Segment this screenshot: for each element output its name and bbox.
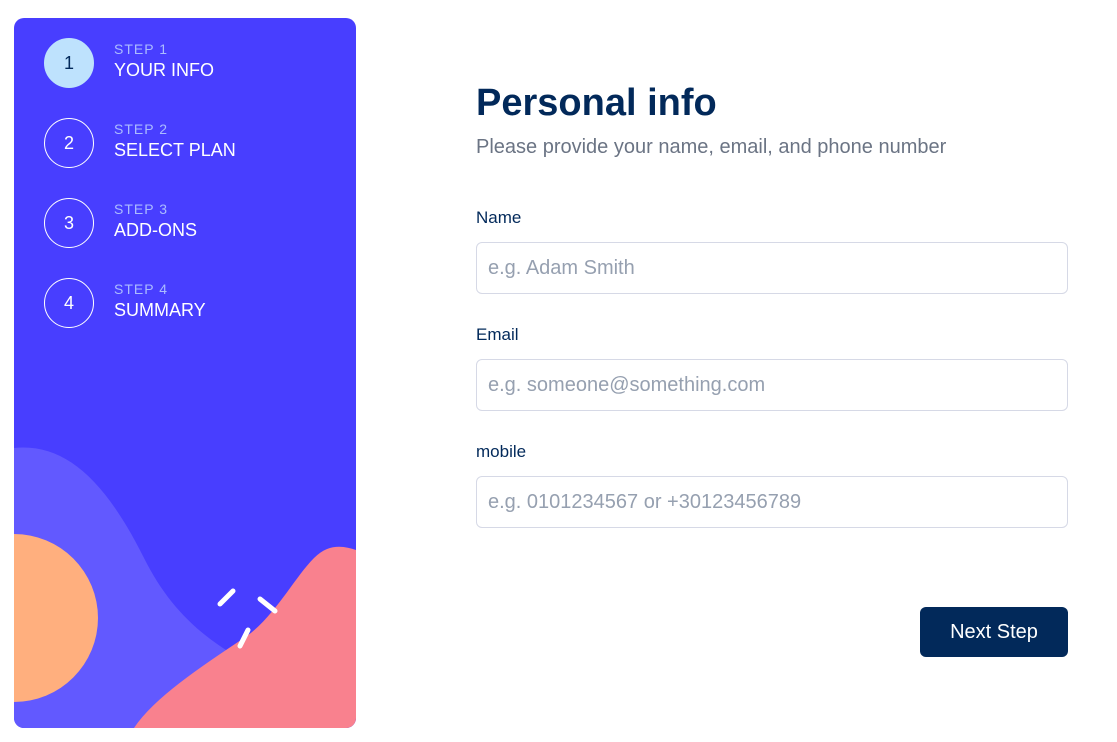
step-title: SELECT PLAN xyxy=(114,140,236,160)
email-field-group: Email xyxy=(476,325,1068,411)
mobile-field-group: mobile xyxy=(476,442,1068,528)
name-input[interactable] xyxy=(476,242,1068,294)
step-label: STEP 2 xyxy=(114,121,168,137)
sidebar-step-2[interactable]: 2 STEP 2 SELECT PLAN xyxy=(44,118,344,170)
email-label: Email xyxy=(476,325,519,344)
step-number-badge: 2 xyxy=(44,118,94,168)
sparkle-stroke-2 xyxy=(257,596,278,614)
step-title: YOUR INFO xyxy=(114,60,215,80)
page-subtitle: Please provide your name, email, and pho… xyxy=(476,136,947,158)
step-label: STEP 4 xyxy=(114,281,168,297)
sidebar: 1 STEP 1 YOUR INFO 2 STEP 2 SELECT PLAN … xyxy=(14,18,356,728)
sidebar-step-3[interactable]: 3 STEP 3 ADD-ONS xyxy=(44,198,344,250)
mobile-input[interactable] xyxy=(476,476,1068,528)
personal-info-form: Personal info Please provide your name, … xyxy=(476,80,1068,657)
name-field-group: Name xyxy=(476,208,1068,294)
step-number-badge: 4 xyxy=(44,278,94,328)
step-label: STEP 3 xyxy=(114,201,168,217)
next-step-button[interactable]: Next Step xyxy=(920,607,1068,657)
page-title: Personal info xyxy=(476,82,717,124)
step-label: STEP 1 xyxy=(114,41,168,57)
step-title: SUMMARY xyxy=(114,300,206,320)
mobile-label: mobile xyxy=(476,442,527,461)
email-input[interactable] xyxy=(476,359,1068,411)
sparkle-stroke-1 xyxy=(217,588,236,607)
step-number-badge: 3 xyxy=(44,198,94,248)
sidebar-step-4[interactable]: 4 STEP 4 SUMMARY xyxy=(44,278,344,330)
sidebar-step-1[interactable]: 1 STEP 1 YOUR INFO xyxy=(44,38,344,90)
step-number-badge: 1 xyxy=(44,38,94,88)
name-label: Name xyxy=(476,208,522,227)
step-title: ADD-ONS xyxy=(114,220,198,240)
multi-step-form: 1 STEP 1 YOUR INFO 2 STEP 2 SELECT PLAN … xyxy=(0,0,1117,742)
